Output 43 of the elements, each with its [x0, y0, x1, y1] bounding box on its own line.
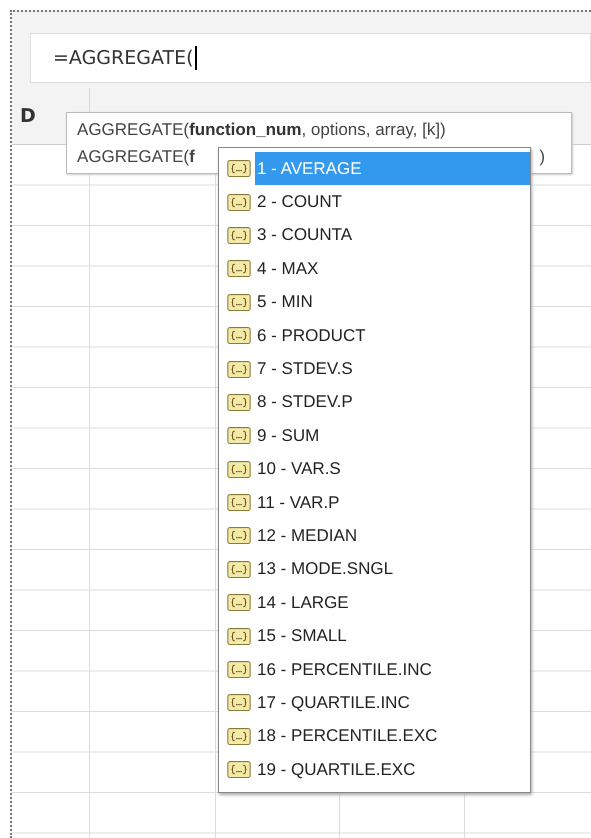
function-icon [227, 728, 251, 745]
function-option[interactable]: 5 - MIN [255, 286, 530, 319]
function-option[interactable]: 18 - PERCENTILE.EXC [255, 720, 530, 754]
function-option[interactable]: 11 - VAR.P [255, 486, 530, 520]
formula-text: =AGGREGATE( [53, 47, 194, 69]
function-icon [227, 394, 251, 411]
function-icon [227, 427, 251, 444]
function-icon [227, 628, 251, 645]
function-icon [227, 360, 251, 378]
function-option[interactable]: 6 - PRODUCT [255, 318, 530, 352]
function-option[interactable]: 9 - SUM [255, 419, 530, 453]
function-option[interactable]: 10 - VAR.S [255, 452, 530, 486]
function-signature: AGGREGATE(f [77, 146, 195, 168]
function-icon [227, 594, 251, 612]
function-icon [227, 294, 251, 311]
function-signature: AGGREGATE(function_num, options, array, [k]) [77, 119, 447, 141]
function-icon [227, 761, 251, 778]
function-option[interactable]: 2 - COUNT [255, 185, 530, 219]
function-option[interactable]: 4 - MAX [255, 252, 530, 286]
function-option[interactable]: 15 - SMALL [255, 619, 530, 653]
function-icon [227, 327, 251, 344]
function-option[interactable]: 13 - MODE.SNGL [255, 552, 530, 586]
function-option[interactable]: 7 - STDEV.S [255, 352, 530, 386]
function-icon [227, 560, 251, 578]
function-icon [227, 226, 251, 244]
function-option[interactable]: 3 - COUNTA [255, 218, 530, 252]
function-signature-end: ) [539, 146, 545, 168]
function-option[interactable]: 8 - STDEV.P [255, 386, 530, 420]
function-icon [227, 494, 251, 512]
function-option[interactable]: 16 - PERCENTILE.INC [255, 652, 530, 686]
formula-bar[interactable]: =AGGREGATE( [30, 33, 591, 83]
function-icon [227, 527, 251, 544]
function-option[interactable]: 19 - QUARTILE.EXC [255, 753, 530, 786]
function-icon [227, 160, 251, 178]
function-option[interactable]: 14 - LARGE [255, 586, 530, 620]
column-header[interactable]: D [20, 105, 36, 127]
function-icon [227, 260, 251, 278]
function-icon [227, 460, 251, 478]
function-icon [227, 661, 251, 678]
function-icon [227, 694, 251, 712]
function-icon [227, 194, 251, 211]
function-option[interactable]: 12 - MEDIAN [255, 519, 530, 553]
function-option[interactable]: 17 - QUARTILE.INC [255, 686, 530, 720]
